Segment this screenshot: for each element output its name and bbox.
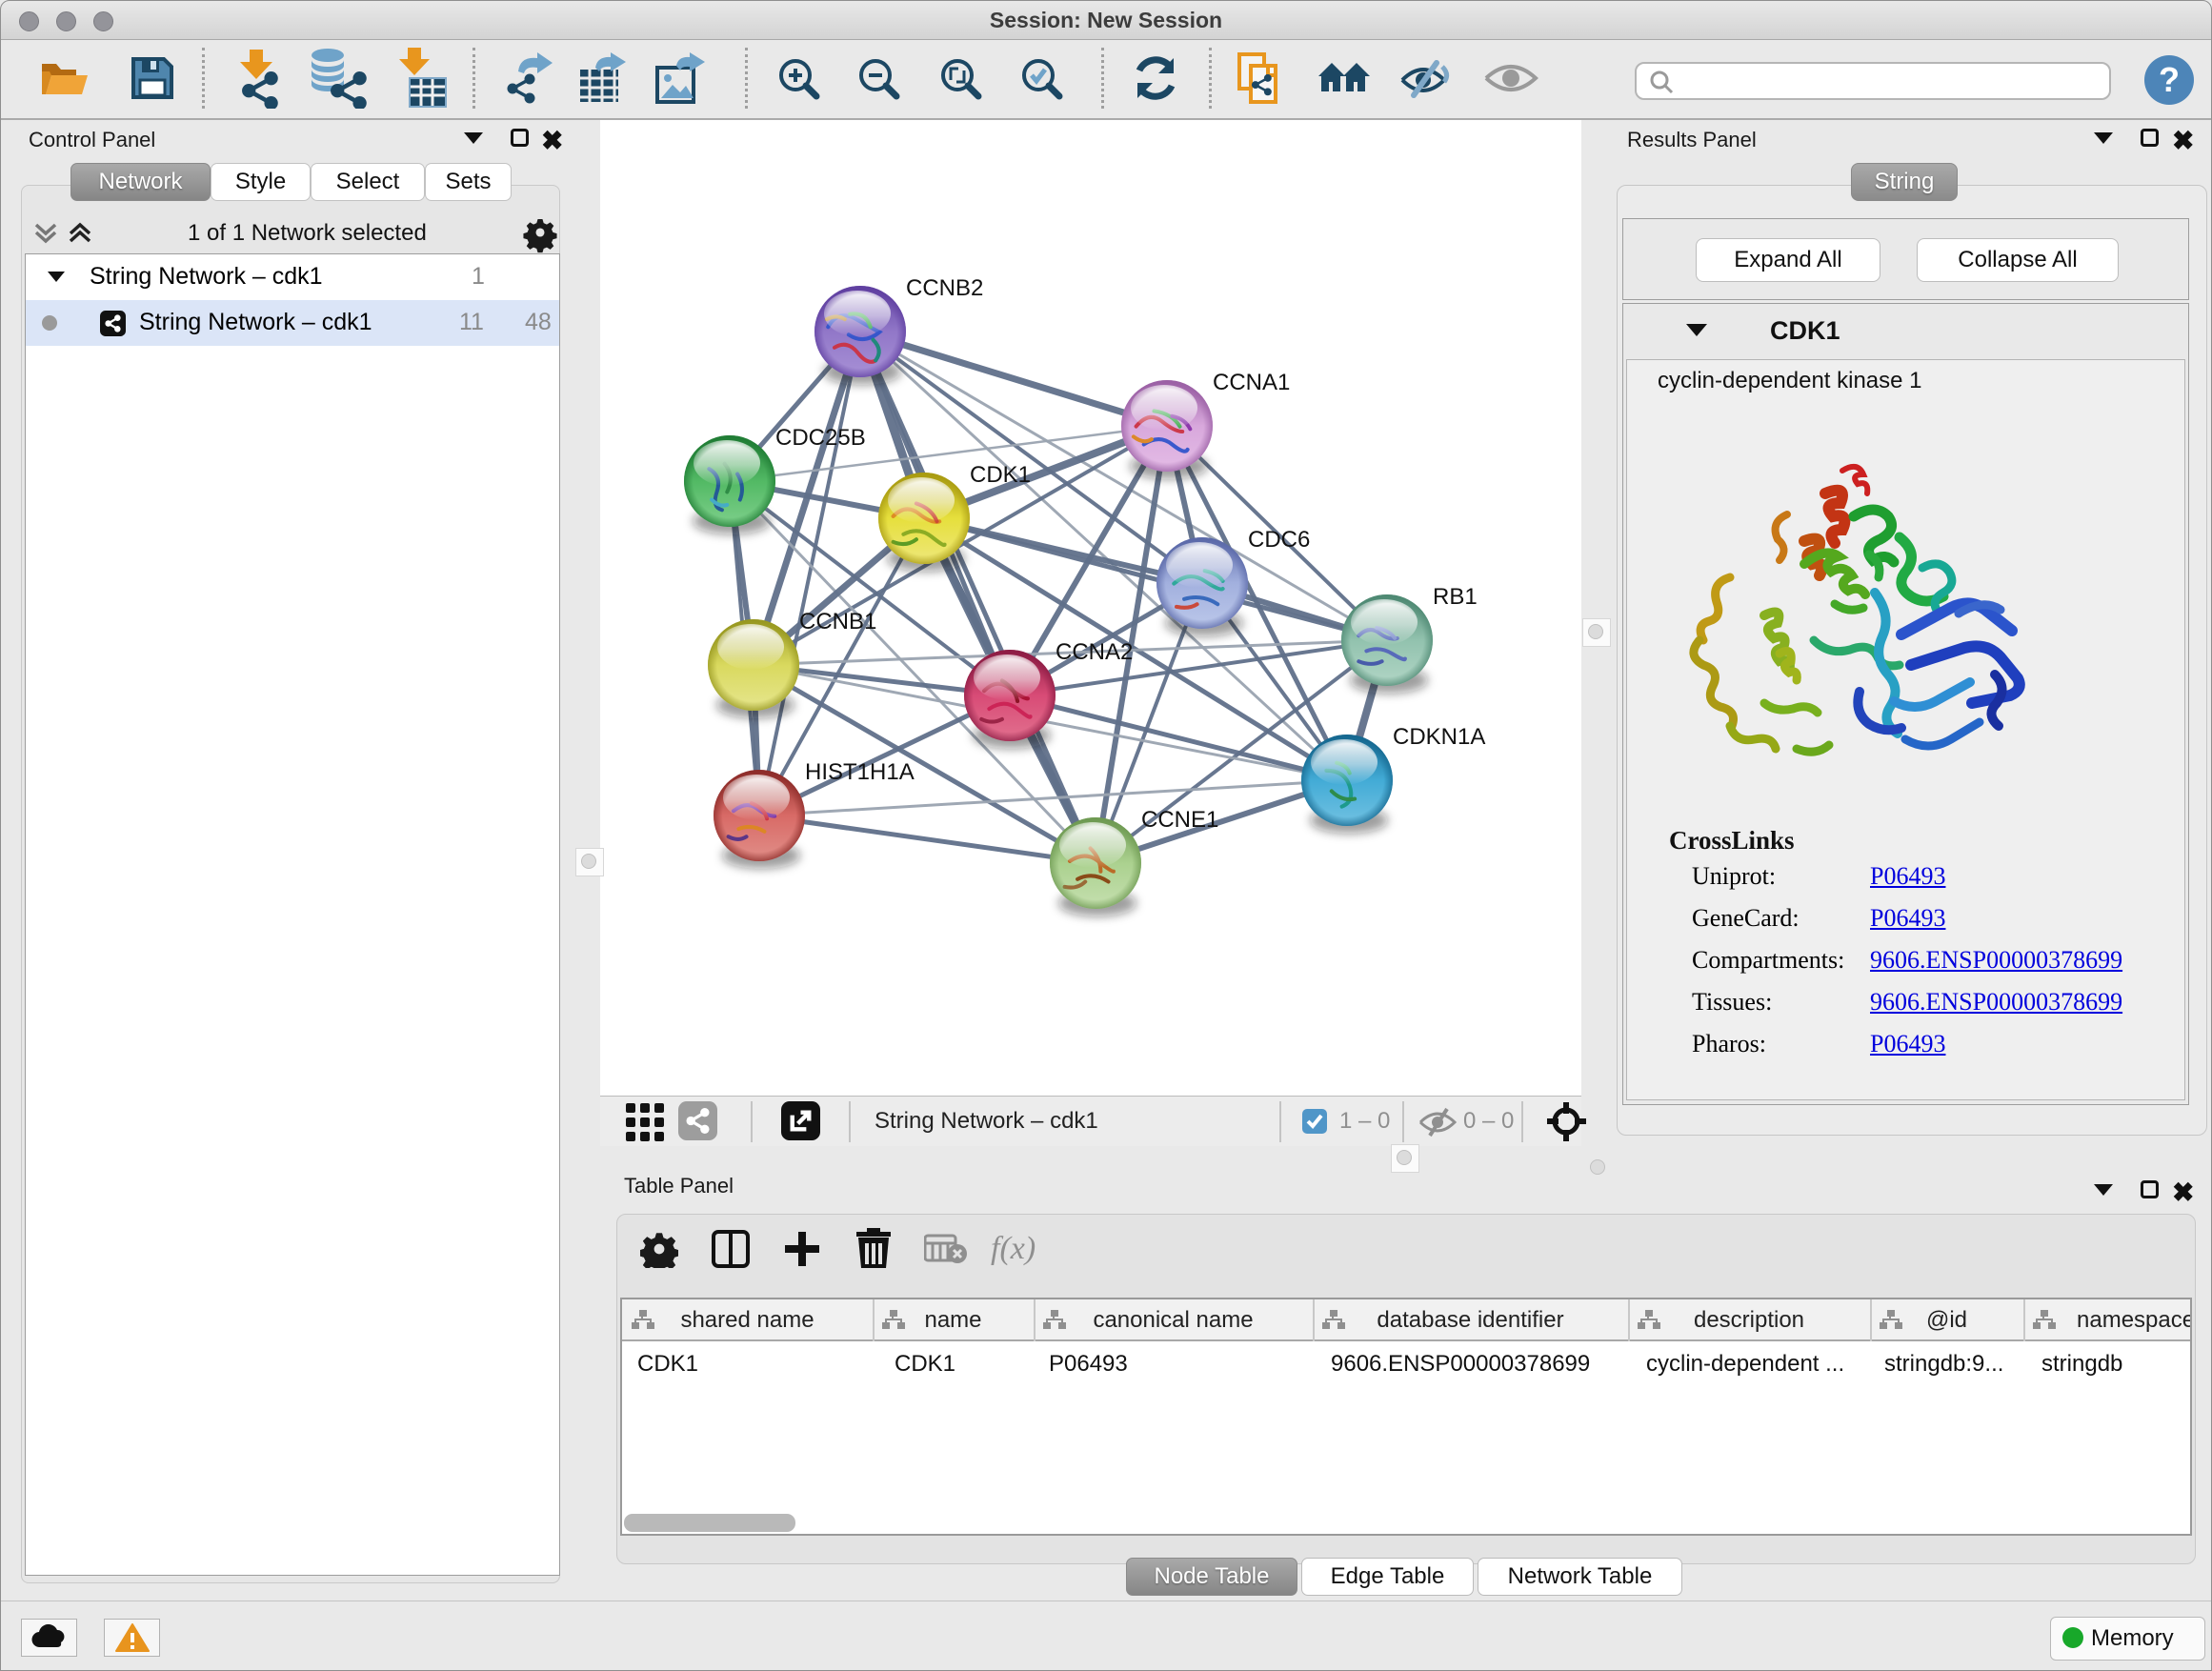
svg-text:CCNA2: CCNA2 <box>1056 639 1133 665</box>
svg-text:RB1: RB1 <box>1433 584 1478 610</box>
svg-text:CDC6: CDC6 <box>1248 527 1310 553</box>
svg-text:CCNE1: CCNE1 <box>1141 807 1218 833</box>
svg-text:1 of 1 Network selected: 1 of 1 Network selected <box>188 220 427 246</box>
svg-text:CCNA1: CCNA1 <box>1213 370 1290 395</box>
svg-text:CCNB2: CCNB2 <box>906 275 983 301</box>
svg-text:CDC25B: CDC25B <box>775 425 866 451</box>
svg-text:CCNB1: CCNB1 <box>799 609 876 634</box>
svg-text:CDKN1A: CDKN1A <box>1393 724 1485 750</box>
svg-text:CDK1: CDK1 <box>970 462 1031 488</box>
svg-text:HIST1H1A: HIST1H1A <box>805 759 915 785</box>
